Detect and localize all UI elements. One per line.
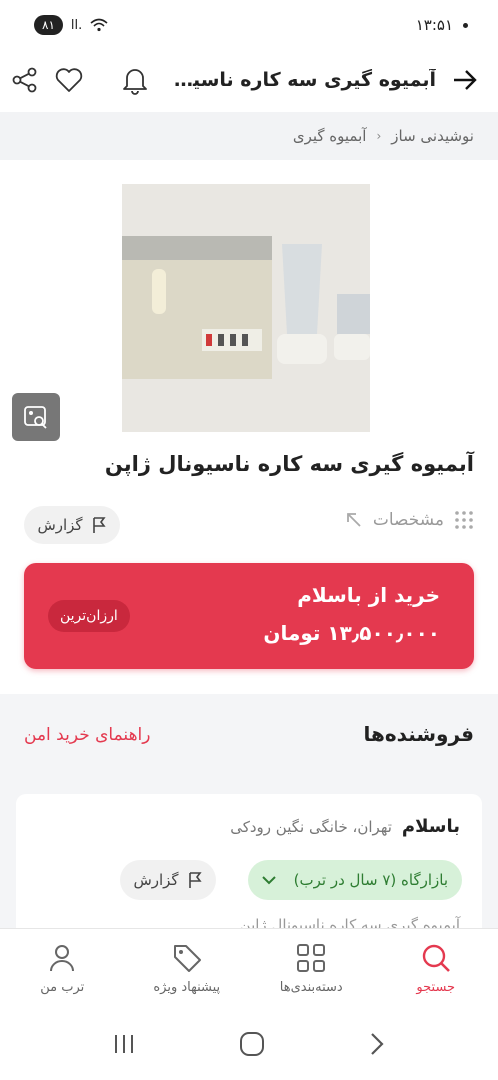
breadcrumb: نوشیدنی ساز ‹ آبمیوه گیری bbox=[0, 112, 498, 160]
bottom-nav: جستجو دسته‌بندی‌ها پیشنهاد ویژه ترب من bbox=[0, 928, 498, 1008]
nav-item-my-torob[interactable]: ترب من bbox=[0, 929, 125, 1008]
seller-report-label: گزارش bbox=[133, 871, 179, 889]
product-title: آبمیوه گیری سه کاره ناسیونال ژاپن bbox=[104, 452, 474, 476]
status-left: ۸۱ ll. bbox=[34, 15, 108, 35]
buy-card[interactable]: خرید از باسلام ۱۳٫۵۰۰٫۰۰۰ تومان ارزان‌تر… bbox=[24, 563, 474, 669]
home-icon[interactable] bbox=[239, 1031, 265, 1057]
heart-icon bbox=[55, 68, 83, 92]
app-bar: آبمیوه گیری سه کاره ناسیونا... bbox=[0, 50, 498, 110]
arrow-up-left-icon bbox=[346, 513, 361, 527]
page-title: آبمیوه گیری سه کاره ناسیونا... bbox=[164, 69, 436, 91]
seller-line: باسلام تهران، خانگی نگین رودکی bbox=[230, 816, 460, 837]
safe-purchase-guide-link[interactable]: راهنمای خرید امن bbox=[24, 725, 150, 745]
chevron-down-icon bbox=[261, 876, 276, 885]
battery-indicator: ۸۱ bbox=[34, 15, 63, 35]
search-icon bbox=[422, 944, 450, 972]
status-bar: ۸۱ ll. ۱۳:۵۱ bbox=[0, 0, 498, 50]
app-bar-actions bbox=[10, 65, 84, 95]
nav-item-search[interactable]: جستجو bbox=[374, 929, 498, 1008]
specs-label: مشخصات bbox=[372, 510, 444, 530]
breadcrumb-item[interactable]: نوشیدنی ساز bbox=[391, 127, 474, 145]
notification-dot bbox=[463, 22, 468, 28]
nav-item-categories[interactable]: دسته‌بندی‌ها bbox=[249, 929, 374, 1008]
market-badge[interactable]: بازارگاه (۷ سال در ترب) bbox=[247, 860, 462, 900]
app-bar-title-group: آبمیوه گیری سه کاره ناسیونا... bbox=[120, 65, 480, 95]
wifi-icon bbox=[90, 18, 108, 32]
clock: ۱۳:۵۱ bbox=[415, 16, 453, 34]
report-label: گزارش bbox=[37, 516, 83, 534]
sellers-section: فروشنده‌ها راهنمای خرید امن باسلام تهران… bbox=[0, 694, 498, 954]
flag-icon bbox=[188, 872, 202, 888]
bell-icon bbox=[123, 69, 147, 95]
share-icon bbox=[12, 67, 37, 93]
seller-location: تهران، خانگی نگین رودکی bbox=[230, 818, 392, 836]
grid-icon bbox=[297, 944, 326, 972]
image-search-icon bbox=[24, 406, 47, 429]
nav-label: دسته‌بندی‌ها bbox=[279, 980, 343, 995]
buy-price: ۱۳٫۵۰۰٫۰۰۰ تومان bbox=[263, 621, 440, 645]
tag-icon bbox=[173, 945, 201, 972]
back-nav-icon[interactable] bbox=[367, 1031, 387, 1057]
nav-label: ترب من bbox=[40, 980, 85, 995]
seller-name: باسلام bbox=[401, 816, 460, 837]
breadcrumb-separator: ‹ bbox=[376, 129, 382, 143]
nav-label: پیشنهاد ویژه bbox=[153, 980, 221, 995]
specs-link[interactable]: مشخصات bbox=[345, 510, 474, 530]
back-button[interactable] bbox=[450, 65, 480, 95]
report-button[interactable]: گزارش bbox=[24, 506, 120, 544]
share-button[interactable] bbox=[10, 65, 40, 95]
product-image[interactable] bbox=[122, 184, 370, 432]
price-alert-button[interactable] bbox=[120, 65, 150, 95]
nav-label: جستجو bbox=[416, 980, 456, 995]
gallery-button[interactable] bbox=[12, 393, 60, 441]
recent-apps-icon[interactable] bbox=[111, 1032, 137, 1056]
nav-item-special-offers[interactable]: پیشنهاد ویژه bbox=[125, 929, 250, 1008]
juicer-illustration bbox=[122, 184, 370, 432]
status-right: ۱۳:۵۱ bbox=[416, 16, 468, 34]
flag-icon bbox=[92, 517, 106, 533]
signal-icon: ll. bbox=[70, 17, 83, 33]
favorite-button[interactable] bbox=[54, 65, 84, 95]
buy-title: خرید از باسلام bbox=[297, 583, 440, 607]
seller-report-button[interactable]: گزارش bbox=[120, 860, 216, 900]
cheapest-badge: ارزان‌ترین bbox=[48, 600, 130, 632]
breadcrumb-item[interactable]: آبمیوه گیری bbox=[293, 127, 367, 145]
dots-grid-icon bbox=[455, 511, 473, 529]
market-badge-label: بازارگاه (۷ سال در ترب) bbox=[293, 871, 448, 889]
arrow-right-icon bbox=[454, 70, 477, 90]
user-icon bbox=[50, 945, 75, 972]
system-nav-bar bbox=[0, 1008, 498, 1080]
sellers-header: فروشنده‌ها bbox=[363, 722, 474, 746]
